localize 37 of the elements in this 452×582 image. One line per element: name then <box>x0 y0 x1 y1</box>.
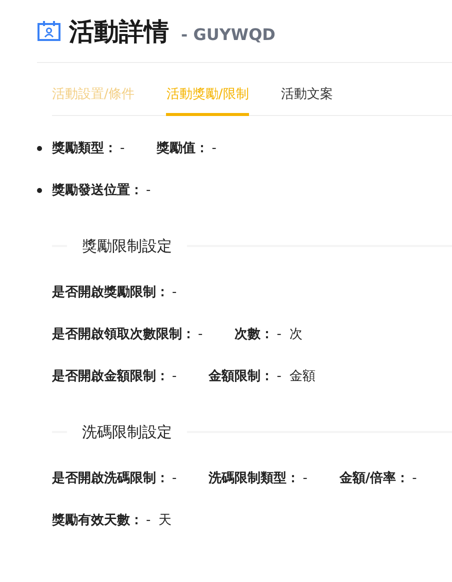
field-label: 獎勵有效天數： <box>52 512 143 529</box>
field-unit: 金額 <box>289 368 316 385</box>
field-value: - <box>212 140 216 156</box>
field-value: - <box>172 284 177 300</box>
field-value: - <box>276 326 282 342</box>
section-title: 洗碼限制設定 <box>81 422 173 442</box>
page-title: 活動詳情 <box>69 16 169 48</box>
field-value: - <box>172 470 177 486</box>
field-label: 獎勵類型： <box>52 140 117 157</box>
bullet-icon <box>37 188 42 192</box>
tab[interactable]: 活動設置/條件 <box>52 80 134 116</box>
field-value: - <box>412 470 417 486</box>
tab[interactable]: 活動文案 <box>280 80 333 116</box>
field-label: 金額限制： <box>208 368 274 385</box>
field-label: 獎勵值： <box>156 140 209 157</box>
field-label: 是否開啟洗碼限制： <box>52 470 169 487</box>
field-label: 洗碼限制類型： <box>208 470 300 487</box>
tab[interactable]: 活動獎勵/限制 <box>166 80 249 116</box>
calendar-icon <box>37 20 61 42</box>
field-value: - <box>302 470 308 486</box>
bullet-icon <box>37 146 42 150</box>
field-label: 是否開啟獎勵限制： <box>52 284 169 301</box>
field-label: 金額/倍率： <box>339 470 410 487</box>
section-title: 獎勵限制設定 <box>81 236 173 256</box>
field-label: 獎勵發送位置： <box>52 182 143 199</box>
activity-code: - GUYWQD <box>181 24 276 44</box>
field-label: 是否開啟金額限制： <box>52 368 169 385</box>
field-value: - <box>172 368 177 384</box>
field-label: 是否開啟領取次數限制： <box>52 326 195 343</box>
field-value: - <box>120 140 125 156</box>
field-unit: 天 <box>158 512 172 529</box>
field-value: - <box>198 326 203 342</box>
field-value: - <box>146 182 151 198</box>
field-value: - <box>146 512 151 528</box>
field-unit: 次 <box>289 326 302 343</box>
field-value: - <box>276 368 282 384</box>
field-label: 次數： <box>234 326 274 343</box>
